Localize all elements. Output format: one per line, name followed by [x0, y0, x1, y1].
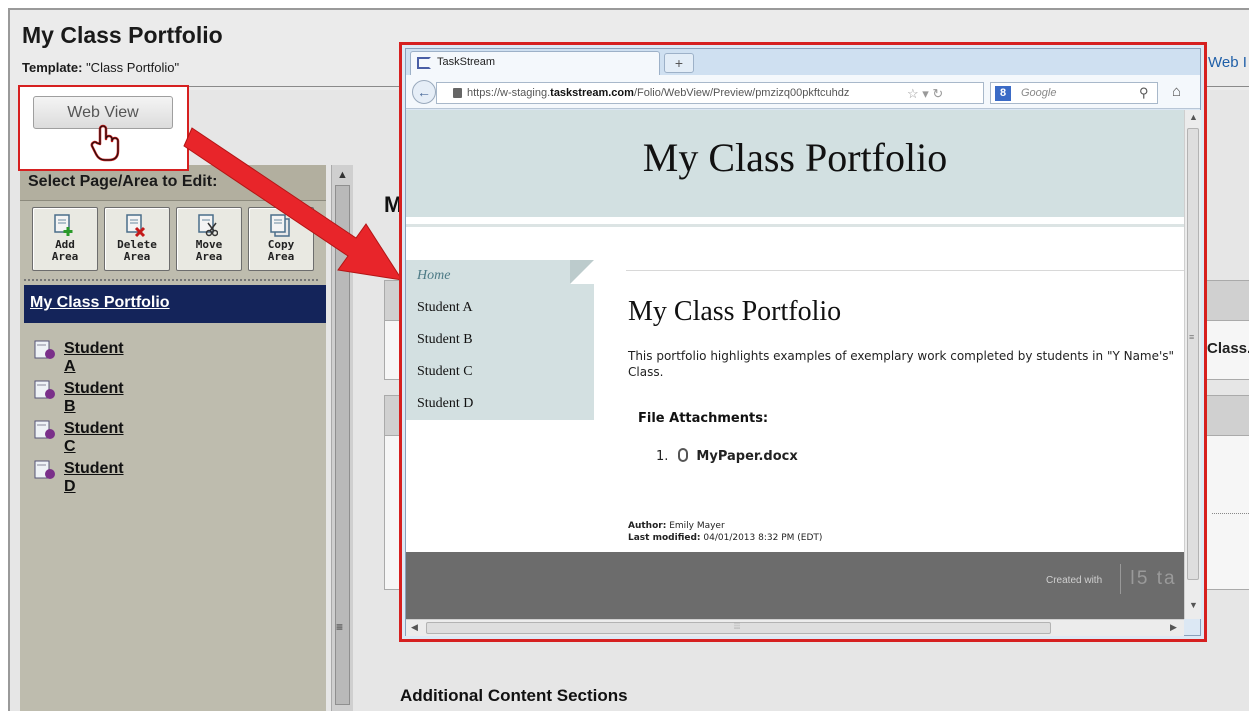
page-edit-icon: [34, 420, 55, 439]
content-divider: [626, 270, 1184, 271]
delete-area-button[interactable]: Delete Area: [104, 207, 170, 271]
scrollbar-grip-icon: ≡: [1189, 332, 1195, 342]
dotted-divider: [1212, 513, 1249, 514]
attachment-number: 1.: [656, 449, 669, 464]
sidebar-item-label: Student C: [64, 420, 124, 455]
browser-window: TaskStream + ← https://w-staging.taskstr…: [405, 48, 1201, 636]
delete-area-label: Delete Area: [117, 238, 157, 263]
sidebar-item-label: Student D: [64, 460, 124, 495]
scroll-up-arrow-icon[interactable]: ▲: [1189, 112, 1198, 122]
url-path: /Folio/WebView/Preview/pmzizq00pkftcuhdz: [633, 87, 850, 99]
nav-fold-corner: [570, 260, 594, 284]
browser-tab-bar: TaskStream +: [406, 49, 1200, 75]
horizontal-scrollbar[interactable]: ◀ ⦙⦙⦙ ▶: [406, 619, 1184, 636]
nav-link-student-c[interactable]: Student C: [417, 364, 473, 380]
search-input[interactable]: 8 Google ⚲: [990, 82, 1158, 104]
page-edit-icon: [34, 380, 55, 399]
url-bar[interactable]: https://w-staging.taskstream.com/Folio/W…: [436, 82, 984, 104]
banner-divider: [406, 224, 1184, 227]
red-arrow-icon: [183, 127, 404, 281]
bookmark-star-icon[interactable]: ☆ ▾ ↻: [907, 86, 943, 102]
taskstream-logo-icon: ǀ5: [1130, 568, 1157, 589]
scrollbar-grip-icon: ≡: [336, 620, 344, 634]
google-icon[interactable]: 8: [995, 86, 1011, 101]
footer-created-with: Created with: [1046, 575, 1103, 586]
browser-tab[interactable]: TaskStream: [410, 51, 660, 75]
site-footer: Created with ǀ5 ta: [406, 552, 1184, 619]
sidebar-item-label: Student A: [64, 340, 124, 375]
add-area-icon: [54, 214, 73, 236]
page-edit-icon: [34, 460, 55, 479]
footer-divider: [1120, 564, 1121, 594]
browser-viewport: My Class Portfolio Home Student A Studen…: [406, 110, 1184, 619]
sidebar-item-label: My Class Portfolio: [30, 294, 170, 311]
nav-link-home[interactable]: Home: [417, 268, 450, 284]
hand-cursor-icon: [90, 124, 120, 162]
home-icon[interactable]: ⌂: [1172, 83, 1181, 100]
paperclip-icon: [678, 448, 689, 462]
nav-link-student-a[interactable]: Student A: [417, 300, 473, 316]
page-edit-icon: [34, 340, 55, 359]
scroll-right-arrow-icon[interactable]: ▶: [1170, 622, 1177, 633]
browser-nav-bar: ← https://w-staging.taskstream.com/Folio…: [406, 75, 1200, 109]
sidebar-item-label: Student B: [64, 380, 124, 415]
url-prefix: https://w-staging.: [467, 87, 551, 99]
modified-value: 04/01/2013 8:32 PM (EDT): [703, 533, 823, 543]
site-title: My Class Portfolio: [642, 135, 948, 180]
web-view-link[interactable]: Web I: [1208, 54, 1247, 71]
url-domain: taskstream.com: [550, 87, 634, 99]
url-text: https://w-staging.taskstream.com/Folio/W…: [467, 87, 897, 99]
taskstream-logo[interactable]: ǀ5 ta: [1130, 568, 1177, 590]
search-icon[interactable]: ⚲: [1139, 85, 1149, 101]
page-meta: Author: Emily Mayer Last modified: 04/01…: [628, 520, 822, 544]
delete-area-icon: [126, 214, 146, 238]
taskstream-logo-text: ta: [1156, 568, 1177, 589]
nav-link-student-d[interactable]: Student D: [417, 396, 473, 412]
lock-icon: [453, 88, 462, 98]
taskstream-favicon-icon: [417, 57, 431, 69]
new-tab-button[interactable]: +: [664, 53, 694, 73]
scroll-left-arrow-icon[interactable]: ◀: [411, 622, 418, 633]
sidebar-item-my-class-portfolio[interactable]: My Class Portfolio: [24, 285, 326, 323]
additional-sections-heading: Additional Content Sections: [400, 686, 628, 705]
modified-label: Last modified:: [628, 533, 701, 543]
search-placeholder: Google: [1021, 87, 1057, 99]
scroll-down-arrow-icon[interactable]: ▼: [1189, 600, 1198, 610]
web-view-callout-frame: TaskStream + ← https://w-staging.taskstr…: [399, 42, 1207, 642]
page-description: This portfolio highlights examples of ex…: [628, 349, 1175, 379]
add-area-button[interactable]: Add Area: [32, 207, 98, 271]
template-info: Template: "Class Portfolio": [22, 60, 179, 75]
attachment-link[interactable]: MyPaper.docx: [696, 449, 797, 464]
site-banner: My Class Portfolio: [406, 110, 1184, 217]
section-text: Class.: [1207, 340, 1249, 357]
vertical-scrollbar[interactable]: ▲ ≡ ▼: [1184, 110, 1201, 619]
file-attachments-heading: File Attachments:: [638, 411, 769, 426]
scrollbar-thumb[interactable]: [1187, 128, 1199, 580]
template-value: "Class Portfolio": [86, 60, 180, 75]
site-nav: Home Student A Student B Student C Stude…: [406, 260, 594, 420]
browser-tab-title: TaskStream: [437, 56, 496, 68]
author-value: Emily Mayer: [669, 521, 725, 531]
back-button[interactable]: ←: [412, 80, 436, 104]
author-label: Author:: [628, 521, 667, 531]
page-heading: My Class Portfolio: [628, 296, 842, 327]
page-title: My Class Portfolio: [22, 22, 223, 48]
template-label: Template:: [22, 60, 83, 75]
scrollbar-grip-icon: ⦙⦙⦙: [734, 621, 741, 631]
add-area-label: Add Area: [51, 238, 79, 263]
attachment-item: 1. MyPaper.docx: [656, 448, 798, 464]
nav-link-student-b[interactable]: Student B: [417, 332, 473, 348]
